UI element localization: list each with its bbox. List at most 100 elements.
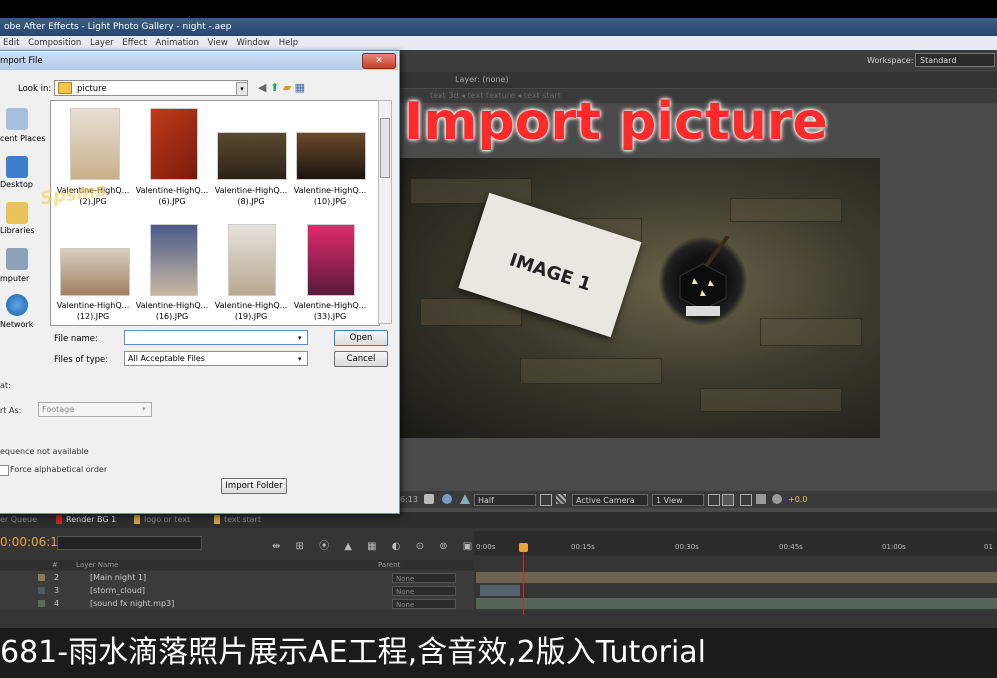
tab-layer[interactable]: Layer: (none) xyxy=(455,75,509,84)
lantern-icon xyxy=(679,234,730,316)
place-label[interactable]: Network xyxy=(0,320,33,329)
menu-view[interactable]: View xyxy=(208,38,228,48)
composition-viewer[interactable] xyxy=(400,158,880,438)
layer-name[interactable]: [Main night 1] xyxy=(90,571,146,584)
playhead-line[interactable] xyxy=(523,545,524,615)
parent-select[interactable]: None xyxy=(392,599,456,609)
dialog-title-text: mport File xyxy=(0,56,43,66)
flowchart-icon[interactable] xyxy=(756,494,766,504)
layer-duration-bar[interactable] xyxy=(476,572,997,583)
current-time[interactable]: 0:00:06:13 xyxy=(0,535,66,549)
tab-render-queue[interactable]: er Queue xyxy=(0,515,37,524)
file-name-label[interactable]: Valentine-HighQ... (10).JPG xyxy=(290,185,370,207)
exposure-icon[interactable] xyxy=(772,494,782,504)
network-icon[interactable] xyxy=(6,294,28,316)
recent-places-icon[interactable] xyxy=(6,108,28,130)
exposure-value[interactable]: +0.0 xyxy=(788,495,807,504)
format-label: at: xyxy=(0,381,11,390)
time-ruler[interactable] xyxy=(474,531,997,555)
color-icon[interactable] xyxy=(442,494,452,504)
transparency-grid-icon[interactable] xyxy=(556,494,566,504)
menu-window[interactable]: Window xyxy=(236,38,270,48)
file-name-label[interactable]: Valentine-HighQ... (33).JPG xyxy=(290,300,370,322)
timeline-icon[interactable] xyxy=(740,494,752,506)
chevron-down-icon[interactable]: ▾ xyxy=(298,355,302,363)
file-name-label[interactable]: Valentine-HighQ... (16).JPG xyxy=(132,300,212,322)
timeline-switch-icons[interactable]: ⇹ ⊞ ⦿ ▲ ▦ ◐ ⊙ ⊚ ▣ xyxy=(272,537,478,552)
file-thumbnail[interactable] xyxy=(60,248,130,296)
files-of-type-label: Files of type: xyxy=(54,355,109,365)
file-thumbnail[interactable] xyxy=(150,108,198,180)
timeline-search-input[interactable] xyxy=(57,536,202,550)
file-name-label[interactable]: Valentine-HighQ... (19).JPG xyxy=(211,300,291,322)
import-as-select[interactable]: Footage xyxy=(38,402,152,417)
tab-text-start[interactable]: text start xyxy=(214,515,261,524)
place-label[interactable]: mputer xyxy=(0,274,29,283)
desktop-icon[interactable] xyxy=(6,156,28,178)
camera-icon[interactable] xyxy=(424,494,434,504)
tab-logo-or-text[interactable]: logo or text xyxy=(134,515,190,524)
view-layout-select[interactable]: 1 View xyxy=(652,494,704,506)
layer-duration-bar[interactable] xyxy=(476,598,997,609)
file-thumbnail[interactable] xyxy=(217,132,287,180)
close-button[interactable]: ✕ xyxy=(362,53,396,69)
file-thumbnail[interactable] xyxy=(70,108,120,180)
layer-label-color[interactable] xyxy=(38,574,45,581)
import-folder-button[interactable]: Import Folder xyxy=(221,478,287,494)
pixel-aspect-icon[interactable] xyxy=(722,494,734,506)
col-layer-name[interactable]: Layer Name xyxy=(76,561,118,569)
chevron-down-icon[interactable]: ▾ xyxy=(142,405,146,413)
up-folder-icon[interactable]: ⬆ xyxy=(270,81,279,94)
file-name-label[interactable]: Valentine-HighQ... (12).JPG xyxy=(53,300,133,322)
menu-help[interactable]: Help xyxy=(279,38,298,48)
force-alphabetical-checkbox[interactable] xyxy=(0,465,9,476)
resolution-select[interactable]: Half xyxy=(474,494,536,506)
tab-render-bg[interactable]: Render BG 1 xyxy=(56,515,116,524)
file-thumbnail[interactable] xyxy=(228,224,276,296)
file-name-label[interactable]: Valentine-HighQ... (8).JPG xyxy=(211,185,291,207)
menu-effect[interactable]: Effect xyxy=(122,38,146,48)
file-thumbnail[interactable] xyxy=(296,132,366,180)
file-name-label[interactable]: Valentine-HighQ... (6).JPG xyxy=(132,185,212,207)
comp-time[interactable]: 6:13 xyxy=(400,495,418,504)
menu-animation[interactable]: Animation xyxy=(156,38,199,48)
layer-label-color[interactable] xyxy=(38,587,45,594)
layer-duration-bar[interactable] xyxy=(480,585,520,596)
back-icon[interactable]: ◀ xyxy=(258,81,266,94)
chevron-down-icon[interactable]: ▾ xyxy=(298,334,302,342)
parent-select[interactable]: None xyxy=(392,586,456,596)
workspace-select[interactable]: Standard xyxy=(915,53,995,67)
look-in-select[interactable]: picture xyxy=(54,80,248,96)
file-thumbnail[interactable] xyxy=(150,224,198,296)
open-button[interactable]: Open xyxy=(334,330,388,346)
computer-icon[interactable] xyxy=(6,248,28,270)
playhead-handle[interactable] xyxy=(519,543,528,552)
camera-select[interactable]: Active Camera xyxy=(572,494,648,506)
place-label[interactable]: cent Places xyxy=(0,134,46,143)
menu-composition[interactable]: Composition xyxy=(28,38,81,48)
toggle-icon[interactable] xyxy=(708,494,720,506)
view-menu-icon[interactable]: ▦ xyxy=(295,81,305,94)
file-name-input[interactable] xyxy=(124,330,308,345)
force-alphabetical-label[interactable]: Force alphabetical order xyxy=(10,465,107,474)
cancel-button[interactable]: Cancel xyxy=(334,351,388,367)
menu-layer[interactable]: Layer xyxy=(90,38,114,48)
place-label[interactable]: Desktop xyxy=(0,180,33,189)
menu-edit[interactable]: Edit xyxy=(3,38,19,48)
parent-select[interactable]: None xyxy=(392,573,456,583)
layer-row[interactable]: 3 [storm_cloud] None xyxy=(0,584,474,597)
layer-name[interactable]: [storm_cloud] xyxy=(90,584,145,597)
new-folder-icon[interactable]: ▰ xyxy=(283,81,291,94)
overlay-title: Import picture xyxy=(404,92,828,152)
roi-icon[interactable] xyxy=(540,494,552,506)
files-of-type-select[interactable]: All Acceptable Files xyxy=(124,351,308,366)
layer-row[interactable]: 4 [sound fx night.mp3] None xyxy=(0,597,474,610)
layer-name[interactable]: [sound fx night.mp3] xyxy=(90,597,174,610)
layer-row[interactable]: 2 [Main night 1] None xyxy=(0,571,474,584)
chevron-down-icon[interactable]: ▾ xyxy=(236,82,248,96)
place-label[interactable]: Libraries xyxy=(0,226,35,235)
layer-label-color[interactable] xyxy=(38,600,45,607)
scrollbar-thumb[interactable] xyxy=(380,118,390,178)
file-thumbnail[interactable] xyxy=(307,224,355,296)
libraries-icon[interactable] xyxy=(6,202,28,224)
